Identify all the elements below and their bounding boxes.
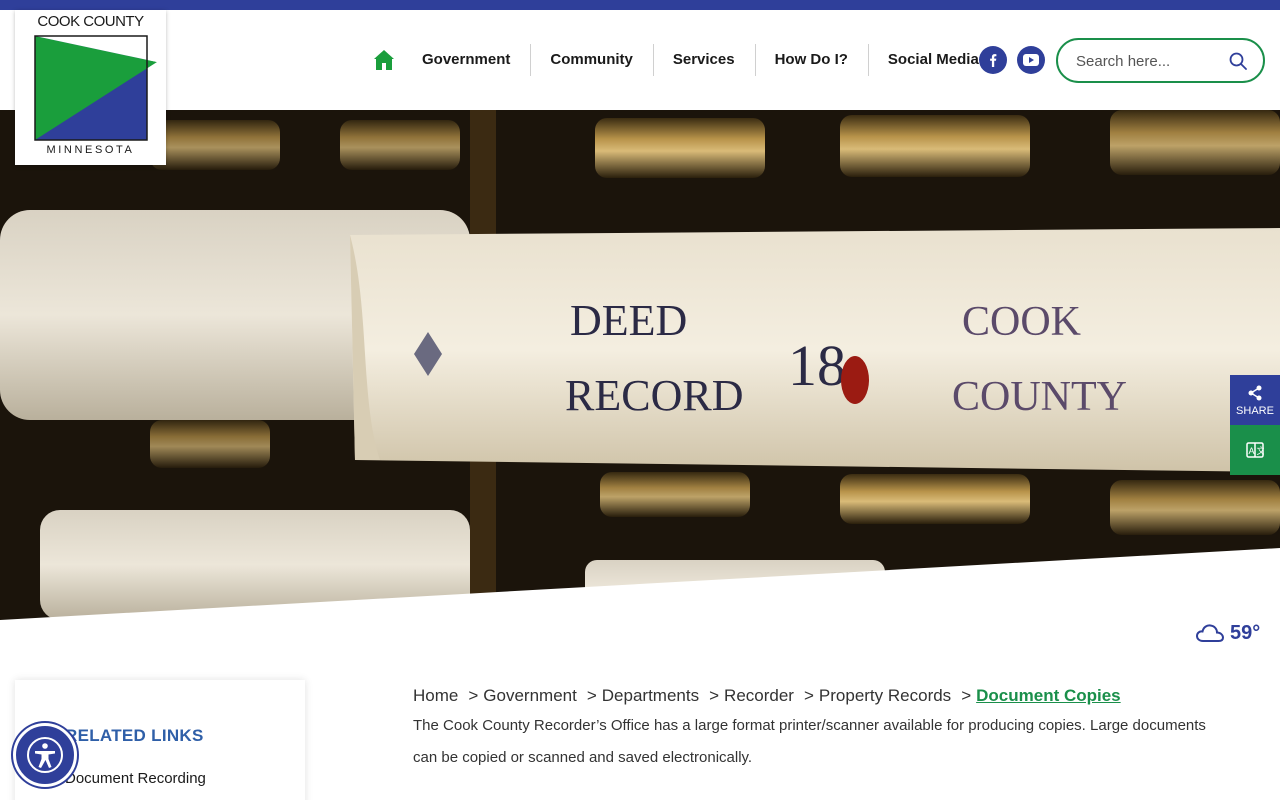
search-input[interactable] — [1076, 50, 1226, 72]
share-button[interactable]: SHARE — [1230, 375, 1280, 425]
svg-text:文: 文 — [1257, 445, 1265, 456]
logo-bottom-text: MINNESOTA — [46, 144, 135, 156]
logo-mark-icon — [34, 35, 157, 141]
breadcrumb-separator: > — [468, 686, 479, 705]
breadcrumb-home[interactable]: Home — [413, 686, 458, 706]
book-text-record: RECORD — [565, 371, 743, 420]
youtube-icon[interactable] — [1017, 46, 1045, 74]
hero-image: DEED RECORD 18 COOK COUNTY — [0, 110, 1280, 620]
home-icon[interactable] — [372, 48, 396, 72]
breadcrumb: Home > Government > Departments > Record… — [413, 686, 1121, 706]
county-logo[interactable]: COOK COUNTY MINNESOTA — [15, 10, 166, 165]
search-box — [1056, 38, 1265, 83]
translate-icon: A 文 — [1246, 442, 1265, 458]
breadcrumb-separator: > — [961, 686, 972, 705]
breadcrumb-current[interactable]: Document Copies — [976, 686, 1121, 706]
breadcrumb-separator: > — [709, 686, 720, 705]
search-icon[interactable] — [1229, 52, 1247, 70]
breadcrumb-recorder[interactable]: Recorder — [724, 686, 794, 706]
book-text-number: 18 — [788, 333, 846, 398]
top-color-strip — [0, 0, 1280, 10]
cloud-icon — [1196, 624, 1224, 642]
share-icon — [1248, 385, 1262, 401]
share-label: SHARE — [1236, 405, 1274, 417]
facebook-icon[interactable] — [979, 46, 1007, 74]
logo-top-text: COOK COUNTY — [37, 13, 144, 30]
nav-item-services[interactable]: Services — [652, 44, 755, 76]
accessibility-button[interactable] — [13, 723, 77, 787]
weather-temperature: 59° — [1230, 621, 1261, 644]
nav-item-community[interactable]: Community — [530, 44, 653, 76]
breadcrumb-separator: > — [803, 686, 814, 705]
accessibility-icon — [27, 737, 63, 773]
breadcrumb-departments[interactable]: Departments — [602, 686, 699, 706]
nav-item-how-do-i[interactable]: How Do I? — [754, 44, 868, 76]
breadcrumb-separator: > — [586, 686, 597, 705]
breadcrumb-government[interactable]: Government — [483, 686, 577, 706]
breadcrumb-property-records[interactable]: Property Records — [819, 686, 951, 706]
book-text-county: COUNTY — [952, 374, 1127, 420]
main-nav: Government Community Services How Do I? … — [372, 44, 999, 76]
page-body-text: The Cook County Recorder’s Office has a … — [413, 717, 1206, 766]
svg-text:A: A — [1249, 446, 1255, 456]
book-text-deed: DEED — [570, 296, 687, 345]
related-links-title: RELATED LINKS — [65, 726, 204, 745]
nav-item-government[interactable]: Government — [402, 44, 530, 76]
weather-widget[interactable]: 59° — [1196, 620, 1260, 646]
book-text-cook: COOK — [962, 299, 1081, 345]
related-link-document-recording[interactable]: Document Recording — [65, 770, 206, 787]
translate-button[interactable]: A 文 — [1230, 425, 1280, 475]
